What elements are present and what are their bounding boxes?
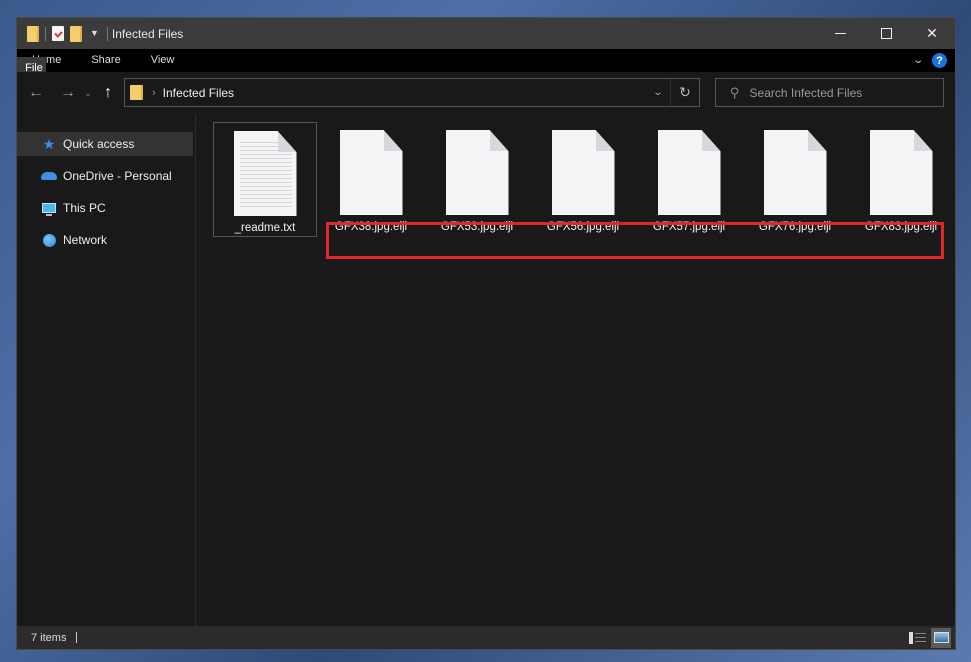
- file-name: GFX57.jpg.eiji: [652, 221, 726, 233]
- sidebar-item-network[interactable]: Network: [17, 228, 195, 252]
- sidebar-item-quick-access[interactable]: ★ Quick access: [17, 132, 193, 156]
- file-item[interactable]: GFX76.jpg.eiji: [743, 122, 847, 237]
- blank-file-icon: [445, 130, 509, 215]
- file-name: GFX53.jpg.eiji: [440, 221, 514, 233]
- ribbon-tabs: File Home Share View ⌄ ?: [17, 49, 955, 172]
- maximize-icon: [880, 28, 892, 39]
- divider: [106, 26, 108, 41]
- chevron-right-icon[interactable]: ›: [152, 87, 156, 99]
- folder-icon: [130, 85, 143, 100]
- breadcrumb-item[interactable]: Infected Files: [163, 86, 234, 100]
- tab-share[interactable]: Share: [76, 49, 135, 72]
- blank-file-icon: [339, 130, 403, 215]
- minimize-button[interactable]: [817, 18, 863, 49]
- divider: [45, 26, 46, 41]
- blank-file-icon: [763, 130, 827, 215]
- file-name: GFX56.jpg.eiji: [546, 221, 620, 233]
- quick-access-toolbar: ▼: [17, 25, 108, 42]
- blank-file-icon: [657, 130, 721, 215]
- file-item-readme[interactable]: _readme.txt: [213, 122, 317, 237]
- file-name: GFX76.jpg.eiji: [758, 221, 832, 233]
- recent-locations-button[interactable]: ⌄: [81, 88, 95, 99]
- details-view-icon[interactable]: [909, 631, 927, 644]
- cloud-icon: [41, 172, 57, 180]
- file-item[interactable]: GFX38.jpg.eiji: [319, 122, 423, 237]
- file-item[interactable]: GFX57.jpg.eiji: [637, 122, 741, 237]
- address-bar[interactable]: › Infected Files ⌄ ↻: [124, 78, 700, 107]
- file-item[interactable]: GFX53.jpg.eiji: [425, 122, 529, 237]
- text-file-icon: [233, 131, 297, 216]
- file-name: _readme.txt: [234, 222, 296, 234]
- navigation-bar: ← → ⌄ ↑ › Infected Files ⌄ ↻ ⚲: [17, 72, 955, 114]
- file-item[interactable]: GFX83.jpg.eiji: [849, 122, 953, 237]
- sidebar-item-label: Network: [63, 233, 108, 247]
- sidebar-item-label: This PC: [63, 201, 106, 215]
- search-icon: ⚲: [730, 84, 740, 100]
- sidebar-item-label: OneDrive - Personal: [63, 169, 172, 183]
- minimize-icon: [834, 33, 846, 34]
- maximize-button[interactable]: [863, 18, 909, 49]
- large-icons-view-button[interactable]: [931, 627, 951, 648]
- chevron-down-icon[interactable]: ⌄: [644, 79, 673, 106]
- sidebar-item-label: Quick access: [63, 137, 135, 151]
- blank-file-icon: [551, 130, 615, 215]
- file-list: _readme.txt GFX38.jpg.eiji GFX53.jpg.eij…: [196, 114, 955, 626]
- divider: [76, 632, 78, 643]
- forward-button[interactable]: →: [55, 84, 81, 102]
- customize-toolbar-icon[interactable]: ▼: [90, 29, 99, 38]
- navigation-pane: ★ Quick access OneDrive - Personal This …: [17, 114, 196, 626]
- title-bar: ▼ Infected Files ✕: [17, 18, 955, 49]
- window-title: Infected Files: [111, 26, 184, 41]
- star-icon: ★: [42, 135, 56, 152]
- status-bar: 7 items: [17, 626, 955, 649]
- large-icons-view-icon: [933, 632, 949, 643]
- sidebar-item-this-pc[interactable]: This PC: [17, 196, 195, 220]
- network-icon: [42, 233, 56, 247]
- close-icon: ✕: [926, 25, 938, 41]
- folder-icon: [27, 25, 39, 42]
- file-explorer-window: ▼ Infected Files ✕ File Home Share View …: [16, 17, 956, 650]
- new-folder-icon[interactable]: [70, 25, 82, 42]
- file-name: GFX38.jpg.eiji: [334, 221, 408, 233]
- blank-file-icon: [869, 130, 933, 215]
- help-icon[interactable]: ?: [932, 53, 947, 68]
- item-count: 7 items: [31, 631, 67, 644]
- computer-icon: [42, 203, 56, 216]
- close-button[interactable]: ✕: [909, 18, 955, 49]
- refresh-button[interactable]: ↻: [670, 79, 699, 106]
- file-item[interactable]: GFX56.jpg.eiji: [531, 122, 635, 237]
- properties-icon[interactable]: [52, 26, 64, 41]
- up-button[interactable]: ↑: [95, 84, 121, 102]
- search-box[interactable]: ⚲: [715, 78, 944, 107]
- search-input[interactable]: [749, 85, 930, 100]
- back-button[interactable]: ←: [23, 84, 49, 102]
- sidebar-item-onedrive[interactable]: OneDrive - Personal: [17, 164, 195, 188]
- expand-ribbon-icon[interactable]: ⌄: [912, 55, 924, 66]
- file-name: GFX83.jpg.eiji: [864, 221, 938, 233]
- tab-view[interactable]: View: [136, 49, 190, 72]
